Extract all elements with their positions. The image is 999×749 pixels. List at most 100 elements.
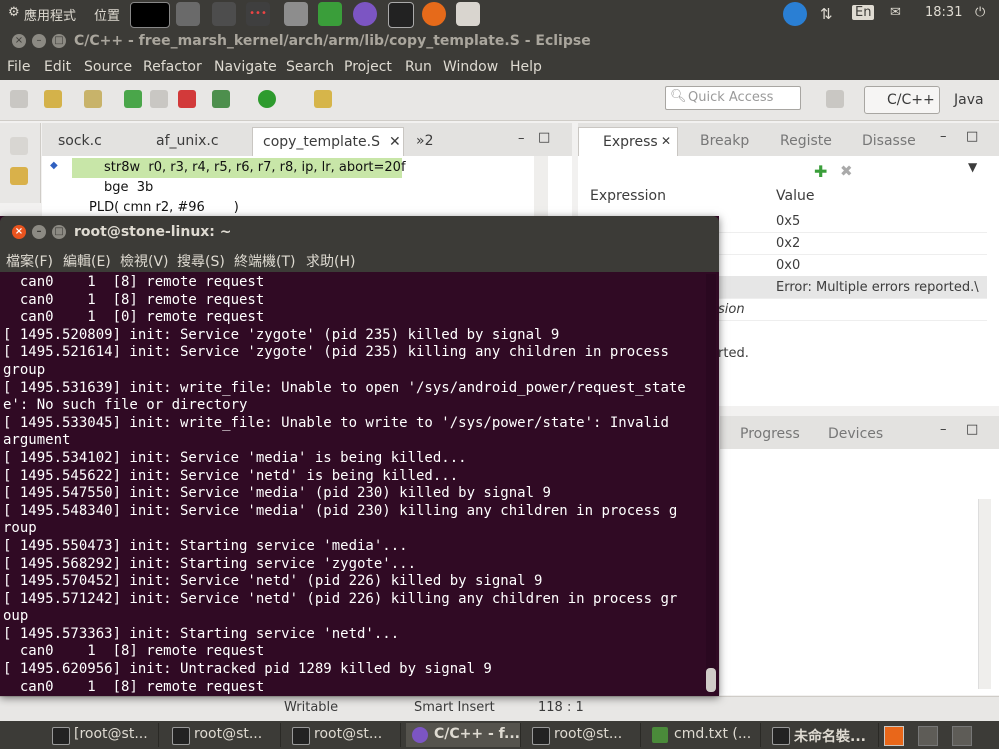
terminal-line: can0 1 [8] remote request: [3, 678, 265, 695]
perspective-cpp[interactable]: C/C++: [864, 86, 940, 114]
terminal-scrollbar-thumb[interactable]: [706, 668, 716, 692]
view-menu-icon[interactable]: ▼: [968, 160, 977, 174]
terminal-line: [ 1495.620956] init: Untracked pid 1289 …: [3, 661, 492, 678]
save-icon[interactable]: [10, 90, 28, 108]
terminal-line: [ 1495.545622] init: Service 'netd' is b…: [3, 467, 459, 484]
menu-navigate[interactable]: Navigate: [214, 59, 277, 75]
menu-source[interactable]: Source: [84, 59, 132, 75]
menu-help[interactable]: Help: [510, 59, 542, 75]
menu-window[interactable]: Window: [443, 59, 498, 75]
file-manager-icon[interactable]: [456, 2, 480, 26]
workspace-switcher-icon[interactable]: [884, 726, 904, 746]
terminal-window[interactable]: × – □ root@stone-linux: ~ 檔案(F) 編輯(E) 檢視…: [0, 216, 719, 696]
remove-expression-icon[interactable]: ✖: [840, 162, 853, 180]
column-header-value[interactable]: Value: [776, 188, 814, 210]
column-header-expression[interactable]: Expression: [590, 188, 666, 210]
maximize-icon[interactable]: □: [52, 225, 66, 239]
terminal-output[interactable]: can0 1 [8] remote request can0 1 [8] rem…: [3, 274, 703, 696]
task-untitled[interactable]: 未命名裝...: [766, 723, 879, 747]
calculator-icon[interactable]: [284, 2, 308, 26]
text-editor-icon: [652, 727, 668, 743]
color-swatch-icon[interactable]: [130, 2, 170, 28]
restore-view-icon[interactable]: [10, 137, 28, 155]
tools-icon[interactable]: [212, 2, 236, 26]
tab-expressions[interactable]: Express ✕: [578, 127, 678, 156]
task-terminal-3[interactable]: root@st...: [286, 723, 401, 747]
transfer-icon[interactable]: ⇅: [820, 5, 833, 23]
menu-file[interactable]: 檔案(F): [6, 251, 53, 271]
task-terminal-2[interactable]: root@st...: [166, 723, 281, 747]
task-terminal-4[interactable]: root@st...: [526, 723, 641, 747]
menu-project[interactable]: Project: [344, 59, 392, 75]
maximize-view-icon[interactable]: □: [966, 129, 978, 144]
task-label: C/C++ - f...: [434, 726, 520, 742]
debug-icon[interactable]: [212, 90, 230, 108]
build-icon[interactable]: [44, 90, 62, 108]
project-explorer-icon[interactable]: [10, 167, 28, 185]
tab-copy-template-s[interactable]: copy_template.S ✕: [252, 127, 404, 156]
terminal-icon: [52, 727, 70, 745]
maximize-editor-icon[interactable]: □: [538, 130, 550, 145]
app-menu[interactable]: 應用程式: [24, 5, 76, 24]
power-icon[interactable]: ⏻: [975, 5, 985, 20]
add-expression-icon[interactable]: ✚: [814, 162, 827, 181]
places-menu[interactable]: 位置: [94, 5, 120, 24]
devices-view: [720, 449, 999, 695]
chart-app-icon[interactable]: [318, 2, 342, 26]
mail-icon[interactable]: ✉: [890, 5, 901, 20]
quick-access-input[interactable]: 🔍︎ Quick Access: [665, 86, 801, 110]
task-eclipse[interactable]: C/C++ - f...: [406, 723, 521, 747]
maximize-icon[interactable]: □: [52, 34, 66, 48]
tab-label: Express: [603, 134, 658, 150]
terminal-title-bar[interactable]: × – □ root@stone-linux: ~: [0, 216, 719, 248]
menu-edit[interactable]: Edit: [44, 59, 71, 75]
resume-icon[interactable]: [124, 90, 142, 108]
app-menu-icon[interactable]: ⚙: [8, 5, 20, 20]
menu-edit[interactable]: 編輯(E): [63, 251, 111, 271]
minimize-icon[interactable]: –: [32, 34, 46, 48]
suspend-icon[interactable]: [150, 90, 168, 108]
input-method-indicator[interactable]: En: [852, 5, 875, 20]
menu-view[interactable]: 檢視(V): [120, 251, 169, 271]
terminate-icon[interactable]: [178, 90, 196, 108]
terminal-scrollbar[interactable]: [706, 274, 716, 692]
settings-tool-icon[interactable]: [176, 2, 200, 26]
menu-help[interactable]: 求助(H): [306, 251, 355, 271]
task-text-editor[interactable]: cmd.txt (...: [646, 723, 761, 747]
maximize-view-icon[interactable]: □: [966, 422, 978, 437]
terminal-line: [ 1495.570452] init: Service 'netd' (pid…: [3, 573, 543, 590]
external-tools-icon[interactable]: [314, 90, 332, 108]
close-icon[interactable]: ×: [12, 225, 26, 239]
task-terminal-1[interactable]: [root@st...: [46, 723, 159, 747]
close-tab-icon[interactable]: ✕: [661, 134, 671, 148]
devices-scrollbar[interactable]: [978, 499, 991, 689]
eclipse-launcher-icon[interactable]: [353, 2, 377, 26]
menu-search[interactable]: 搜尋(S): [177, 251, 225, 271]
run-icon[interactable]: [258, 90, 276, 108]
terminal-line: [ 1495.520809] init: Service 'zygote' (p…: [3, 326, 560, 343]
minimize-view-icon[interactable]: –: [940, 129, 947, 144]
skip-breakpoints-icon[interactable]: [84, 90, 102, 108]
clock[interactable]: 18:31: [925, 5, 962, 20]
firefox-icon[interactable]: [422, 2, 446, 26]
close-icon[interactable]: ×: [12, 34, 26, 48]
menu-terminal[interactable]: 終端機(T): [234, 251, 295, 271]
open-perspective-icon[interactable]: [826, 90, 844, 108]
minimize-editor-icon[interactable]: –: [518, 131, 525, 146]
menu-refactor[interactable]: Refactor: [143, 59, 202, 75]
perspective-java[interactable]: Java: [954, 92, 984, 108]
editor-scrollbar[interactable]: [534, 156, 548, 216]
minimize-view-icon[interactable]: –: [940, 422, 947, 437]
workspace-icon[interactable]: [918, 726, 938, 746]
network-app-icon[interactable]: [783, 2, 807, 26]
trash-icon[interactable]: [952, 726, 972, 746]
terminal-launcher-icon[interactable]: [388, 2, 414, 28]
menu-run[interactable]: Run: [405, 59, 432, 75]
minimize-icon[interactable]: –: [32, 225, 46, 239]
code-editor[interactable]: ◆ str8w r0, r3, r4, r5, r6, r7, r8, ip, …: [42, 156, 572, 216]
monitor-icon[interactable]: •••: [246, 2, 270, 26]
menu-search[interactable]: Search: [286, 59, 334, 75]
tab-label: sock.c: [58, 133, 102, 149]
close-tab-icon[interactable]: ✕: [389, 134, 401, 150]
menu-file[interactable]: File: [7, 59, 30, 75]
